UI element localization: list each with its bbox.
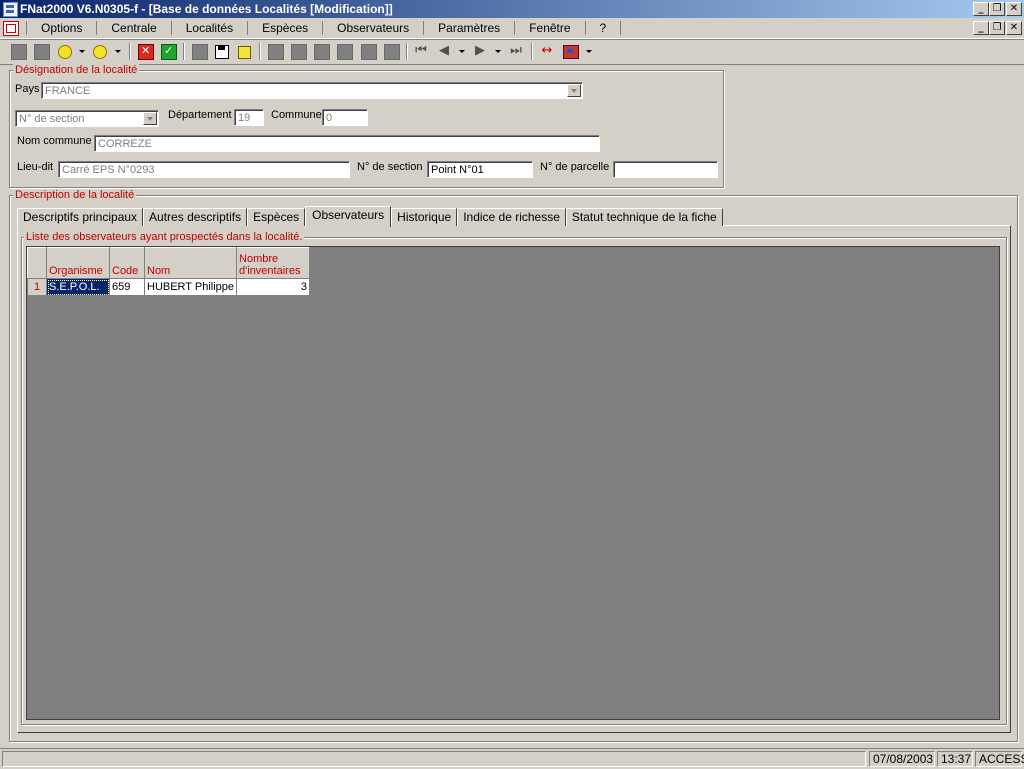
departement-label: Département	[168, 109, 232, 121]
section-label: N° de section	[357, 161, 423, 173]
save-icon[interactable]	[215, 45, 229, 59]
section-dropdown-icon[interactable]	[143, 112, 157, 125]
row-number-header	[27, 247, 47, 279]
parcelle-label: N° de parcelle	[540, 161, 610, 173]
title-bar: FNat2000 V6.N0305-f - [Base de données L…	[0, 0, 1024, 18]
lieu-dit-label: Lieu-dit	[17, 161, 54, 173]
tab-historique[interactable]: Historique	[391, 208, 458, 226]
pays-label: Pays	[15, 83, 40, 95]
col-nombre-inventaires[interactable]: Nombre d'inventaires	[236, 247, 311, 279]
menu-centrale[interactable]: Centrale	[97, 21, 172, 35]
table-header-row: Organisme Code Nom Nombre d'inventaires	[27, 247, 311, 279]
parcelle-field[interactable]	[613, 161, 718, 178]
tab-strip: Descriptifs principaux Autres descriptif…	[17, 206, 723, 227]
cell-nom[interactable]: HUBERT Philippe	[143, 278, 238, 296]
pays-dropdown-icon[interactable]	[567, 84, 581, 97]
col-organisme[interactable]: Organisme	[46, 247, 110, 279]
previous-record-icon[interactable]: ◀	[437, 44, 451, 58]
observers-table: Organisme Code Nom Nombre d'inventaires …	[27, 247, 311, 296]
cut-icon[interactable]	[268, 44, 284, 60]
next-record-icon[interactable]: ▶	[473, 44, 487, 58]
delete-icon[interactable]	[314, 44, 330, 60]
menu-help[interactable]: ?	[586, 21, 622, 35]
menu-observateurs[interactable]: Observateurs	[323, 21, 425, 35]
last-record-icon[interactable]: ⏭	[509, 44, 523, 58]
observers-grid[interactable]: Organisme Code Nom Nombre d'inventaires …	[26, 246, 1000, 720]
menu-fenetre[interactable]: Fenêtre	[515, 21, 586, 35]
status-mode: ACCESS	[975, 751, 1024, 767]
app-icon	[3, 2, 18, 17]
resize-icon[interactable]: ↔	[540, 44, 554, 58]
child-restore-icon[interactable]: ❐	[989, 21, 1005, 35]
observers-list-legend: Liste des observateurs ayant prospectés …	[24, 231, 305, 243]
search-dropdown-icon[interactable]	[79, 50, 85, 53]
row-number[interactable]: 1	[27, 278, 47, 296]
filter-icon[interactable]	[93, 45, 107, 59]
tab-indice-richesse[interactable]: Indice de richesse	[457, 208, 566, 226]
status-bar: 07/08/2003 13:37 ACCESS	[0, 748, 1024, 769]
cell-nombre[interactable]: 3	[236, 278, 311, 296]
close-icon[interactable]: ✕	[1006, 2, 1022, 16]
search-icon[interactable]	[58, 45, 72, 59]
tab-statut-technique[interactable]: Statut technique de la fiche	[565, 208, 723, 226]
tab-observateurs[interactable]: Observateurs	[305, 206, 392, 227]
pays-value: FRANCE	[45, 85, 91, 97]
duplicate-icon[interactable]	[361, 44, 377, 60]
status-date: 07/08/2003	[869, 751, 935, 767]
col-nom[interactable]: Nom	[143, 247, 238, 279]
commune-label: Commune	[271, 109, 322, 121]
child-minimize-icon[interactable]: _	[973, 21, 989, 35]
first-record-icon[interactable]: ⏮	[414, 44, 428, 58]
section-combo[interactable]: N° de section	[15, 110, 159, 127]
print-icon[interactable]	[384, 44, 400, 60]
edit-icon[interactable]	[192, 44, 208, 60]
next-dropdown-icon[interactable]	[495, 50, 501, 53]
restore-icon[interactable]: ❐	[989, 2, 1005, 16]
menu-parametres[interactable]: Paramètres	[424, 21, 516, 35]
commune-field[interactable]: 0	[322, 109, 368, 126]
map-dropdown-icon[interactable]	[586, 50, 592, 53]
copy-icon[interactable]	[238, 46, 251, 59]
nom-commune-field[interactable]: CORREZE	[94, 135, 600, 152]
minimize-icon[interactable]: _	[973, 2, 989, 16]
departement-field[interactable]: 19	[234, 109, 264, 126]
blank-icon[interactable]	[34, 44, 50, 60]
description-legend: Description de la localité	[13, 189, 137, 201]
pays-combo[interactable]: FRANCE	[41, 82, 583, 99]
cell-organisme[interactable]: S.E.P.O.L.	[46, 278, 110, 296]
section-combo-value: N° de section	[19, 113, 85, 125]
menu-bar: Options Centrale Localités Espèces Obser…	[0, 18, 1024, 39]
validate-icon[interactable]	[161, 44, 177, 60]
tab-descriptifs-principaux[interactable]: Descriptifs principaux	[17, 208, 144, 226]
toolbar: ⏮ ◀ ▶ ⏭ ↔	[0, 39, 1024, 65]
paste-icon[interactable]	[291, 44, 307, 60]
tab-autres-descriptifs[interactable]: Autres descriptifs	[143, 208, 248, 226]
menu-especes[interactable]: Espèces	[248, 21, 324, 35]
menu-localites[interactable]: Localités	[172, 21, 249, 35]
table-row[interactable]: 1 S.E.P.O.L. 659 HUBERT Philippe 3	[27, 278, 311, 296]
previous-dropdown-icon[interactable]	[459, 50, 465, 53]
child-close-icon[interactable]: ✕	[1006, 21, 1022, 35]
status-time: 13:37	[937, 751, 973, 767]
lieu-dit-field[interactable]: Carré EPS N°0293	[58, 161, 350, 178]
section-field[interactable]: Point N°01	[427, 161, 533, 178]
document-icon[interactable]	[3, 21, 19, 36]
window-title: FNat2000 V6.N0305-f - [Base de données L…	[20, 2, 393, 16]
nom-commune-label: Nom commune	[17, 135, 92, 147]
col-code[interactable]: Code	[109, 247, 145, 279]
status-message	[2, 751, 866, 767]
designation-legend: Désignation de la localité	[13, 64, 140, 76]
map-flag-icon[interactable]	[563, 45, 579, 59]
menu-options[interactable]: Options	[26, 21, 98, 35]
new-record-icon[interactable]	[11, 44, 27, 60]
cell-code[interactable]: 659	[109, 278, 145, 296]
cancel-icon[interactable]	[138, 44, 154, 60]
filter-dropdown-icon[interactable]	[115, 50, 121, 53]
tab-especes[interactable]: Espèces	[247, 208, 306, 226]
print-preview-icon[interactable]	[337, 44, 353, 60]
